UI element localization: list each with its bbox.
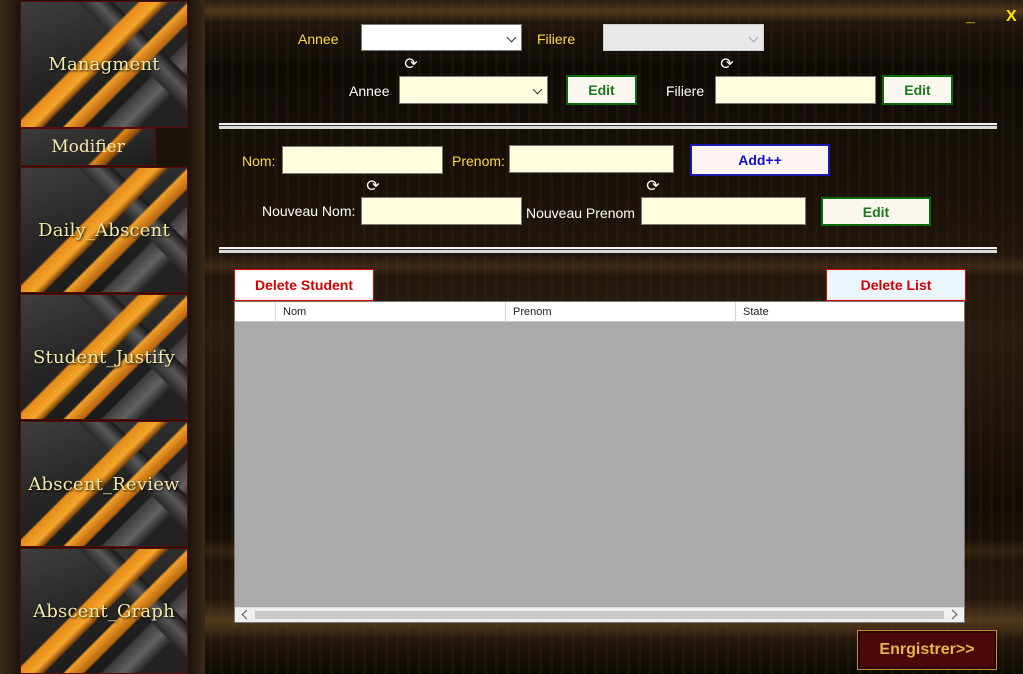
- delete-student-button[interactable]: Delete Student: [234, 269, 374, 301]
- nouveau-prenom-label: Nouveau Prenom: [526, 205, 635, 221]
- sidebar-item-label: Managment: [48, 54, 160, 75]
- column-header-prenom[interactable]: Prenom: [506, 302, 736, 322]
- filiere-filter-label: Filiere: [537, 31, 576, 47]
- scroll-left-icon[interactable]: [241, 609, 252, 620]
- edit-filiere-field[interactable]: [715, 76, 876, 104]
- sidebar-item-label: Daily_Abscent: [38, 219, 170, 241]
- sidebar-item-abscent-review[interactable]: Abscent_Review: [20, 421, 188, 547]
- table-header: Nom Prenom State: [235, 302, 964, 322]
- refresh-annee-icon[interactable]: ⟳: [402, 56, 420, 74]
- sidebar-item-daily-abscent[interactable]: Daily_Abscent: [20, 167, 188, 293]
- nouveau-prenom-input[interactable]: [642, 198, 805, 224]
- edit-annee-label: Annee: [349, 83, 390, 99]
- nom-input[interactable]: [283, 147, 442, 173]
- refresh-nom-icon[interactable]: ⟳: [364, 178, 382, 196]
- sidebar-item-label: Abscent_Graph: [33, 600, 175, 622]
- chevron-down-icon: [506, 32, 517, 43]
- minimize-button[interactable]: _: [966, 8, 975, 26]
- edit-annee-select[interactable]: [399, 76, 548, 104]
- prenom-field[interactable]: [509, 145, 674, 173]
- nouveau-nom-label: Nouveau Nom:: [262, 203, 356, 219]
- chevron-down-icon: [748, 32, 759, 43]
- nouveau-prenom-field[interactable]: [641, 197, 806, 225]
- edit-filiere-input[interactable]: [716, 77, 875, 103]
- prenom-label: Prenom:: [452, 153, 505, 169]
- annee-filter-label: Annee: [298, 31, 339, 47]
- scroll-thumb[interactable]: [255, 611, 944, 619]
- sidebar-item-student-justify[interactable]: Student_Justify: [20, 294, 188, 420]
- nouveau-nom-input[interactable]: [362, 198, 521, 224]
- row-header-corner: [235, 302, 276, 322]
- horizontal-scrollbar[interactable]: [235, 607, 964, 622]
- edit-student-button[interactable]: Edit: [821, 197, 931, 226]
- edit-annee-button[interactable]: Edit: [566, 75, 637, 105]
- sidebar: Managment Modifier Daily_Abscent Student…: [0, 0, 205, 674]
- sidebar-item-label: Abscent_Review: [28, 473, 180, 495]
- prenom-input[interactable]: [510, 146, 673, 172]
- delete-list-button[interactable]: Delete List: [826, 269, 966, 301]
- filiere-filter-select[interactable]: [603, 24, 764, 51]
- nom-label: Nom:: [242, 153, 276, 169]
- column-header-state[interactable]: State: [736, 302, 964, 322]
- nouveau-nom-field[interactable]: [361, 197, 522, 225]
- separator: [219, 123, 997, 129]
- edit-filiere-label: Filiere: [666, 83, 705, 99]
- edit-filiere-button[interactable]: Edit: [882, 75, 953, 105]
- sidebar-item-modifier[interactable]: Modifier: [20, 128, 156, 166]
- scroll-right-icon[interactable]: [947, 609, 958, 620]
- nom-field[interactable]: [282, 146, 443, 174]
- separator: [219, 247, 997, 253]
- add-student-button[interactable]: Add++: [690, 144, 830, 176]
- sidebar-item-abscent-graph[interactable]: Abscent_Graph: [20, 548, 188, 674]
- close-button[interactable]: X: [1006, 8, 1017, 26]
- chevron-down-icon: [532, 84, 543, 95]
- students-table[interactable]: Nom Prenom State: [234, 301, 965, 623]
- annee-filter-select[interactable]: [361, 24, 522, 51]
- save-button[interactable]: Enrgistrer>>: [857, 630, 997, 670]
- refresh-filiere-icon[interactable]: ⟳: [718, 56, 736, 74]
- refresh-prenom-icon[interactable]: ⟳: [644, 178, 662, 196]
- sidebar-item-managment[interactable]: Managment: [20, 1, 188, 128]
- sidebar-item-label: Student_Justify: [32, 346, 176, 368]
- sidebar-item-label: Modifier: [51, 137, 125, 157]
- column-header-nom[interactable]: Nom: [276, 302, 506, 322]
